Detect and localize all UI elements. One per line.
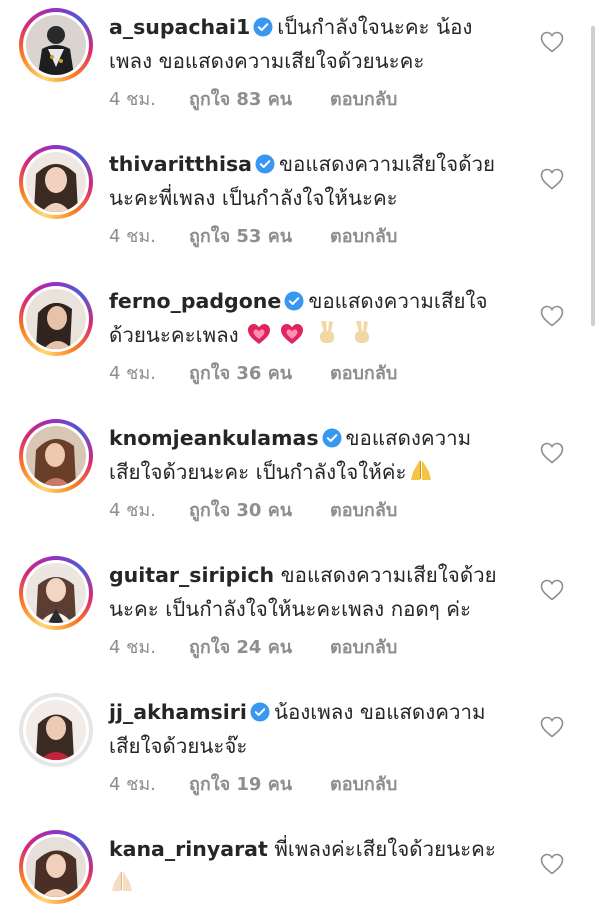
comment-body: guitar_siripich ขอแสดงความเสียใจด้วย นะค… <box>109 558 509 626</box>
comment-body: jj_akhamsiri น้องเพลง ขอแสดงความ เสียใจด้… <box>109 695 509 763</box>
verified-badge-icon <box>255 154 275 174</box>
comment-time: 4 ชม. <box>109 500 156 521</box>
likes-count-link[interactable]: ถูกใจ 19 คน <box>189 770 292 800</box>
avatar-photo-icon <box>26 289 86 349</box>
like-heart-icon[interactable] <box>540 168 564 190</box>
comment-body: knomjeankulamas ขอแสดงความ เสียใจด้วยนะคะ… <box>109 421 509 489</box>
avatar[interactable] <box>26 837 86 897</box>
avatar[interactable] <box>26 152 86 212</box>
comment-text: น้องเพลง ขอแสดงความ <box>273 700 486 724</box>
folded-hands-emoji-icon <box>411 460 432 480</box>
comment-item: knomjeankulamas ขอแสดงความ เสียใจด้วยนะคะ… <box>0 411 600 548</box>
comment-body: ferno_padgone ขอแสดงความเสียใจ ด้วยนะคะเพ… <box>109 284 509 352</box>
verified-badge-icon <box>284 291 304 311</box>
comment-list: a_supachai1 เป็นกำลังใจนะคะ น้อง เพลง ขอแ… <box>0 0 600 924</box>
username-link[interactable]: guitar_siripich <box>109 563 274 587</box>
comment-text: นะคะ เป็นกำลังใจให้นะคะเพลง กอดๆ ค่ะ <box>109 597 471 621</box>
comment-meta: 4 ชม. ถูกใจ 83 คน ตอบกลับ <box>109 85 529 115</box>
comment-body: kana_rinyarat พี่เพลงค่ะเสียใจด้วยนะคะ <box>109 832 509 900</box>
like-heart-icon[interactable] <box>540 442 564 464</box>
comment-meta: 4 ชม. ถูกใจ 36 คน ตอบกลับ <box>109 359 529 389</box>
comment-text: ด้วยนะคะเพลง <box>109 323 239 347</box>
heart-emoji-icon <box>248 324 271 344</box>
comment-meta: 4 ชม. ถูกใจ 53 คน ตอบกลับ <box>109 222 529 252</box>
story-ring[interactable] <box>19 8 93 82</box>
username-link[interactable]: thivaritthisa <box>109 152 252 176</box>
reply-button[interactable]: ตอบกลับ <box>330 770 397 800</box>
story-ring[interactable] <box>19 419 93 493</box>
comment-time: 4 ชม. <box>109 774 156 795</box>
verified-badge-icon <box>250 702 270 722</box>
username-link[interactable]: kana_rinyarat <box>109 837 268 861</box>
comment-text: ขอแสดงความเสียใจ <box>308 289 488 313</box>
like-heart-icon[interactable] <box>540 305 564 327</box>
username-link[interactable]: a_supachai1 <box>109 15 250 39</box>
scrollbar[interactable] <box>591 26 595 326</box>
username-link[interactable]: ferno_padgone <box>109 289 281 313</box>
reply-button[interactable]: ตอบกลับ <box>330 496 397 526</box>
comment-text: เสียใจด้วยนะจ๊ะ <box>109 734 248 758</box>
username-link[interactable]: knomjeankulamas <box>109 426 319 450</box>
comment-body: thivaritthisa ขอแสดงความเสียใจด้วย นะคะพี… <box>109 147 509 215</box>
comment-text: นะคะพี่เพลง เป็นกำลังใจให้นะคะ <box>109 186 398 210</box>
comment-text: ขอแสดงความ <box>345 426 472 450</box>
comment-text: เสียใจด้วยนะคะ เป็นกำลังใจให้ค่ะ <box>109 460 407 484</box>
comment-text: เพลง ขอแสดงความเสียใจด้วยนะคะ <box>109 49 425 73</box>
avatar-frame[interactable] <box>19 693 93 767</box>
avatar[interactable] <box>26 426 86 486</box>
folded-hands-emoji-icon <box>112 871 132 891</box>
reply-button[interactable]: ตอบกลับ <box>330 359 397 389</box>
like-heart-icon[interactable] <box>540 853 564 875</box>
avatar-photo-icon <box>26 837 86 897</box>
likes-count-link[interactable]: ถูกใจ 30 คน <box>189 496 292 526</box>
reply-button[interactable]: ตอบกลับ <box>330 633 397 663</box>
comment-time: 4 ชม. <box>109 363 156 384</box>
comment-text: พี่เพลงค่ะเสียใจด้วยนะคะ <box>274 837 496 861</box>
story-ring[interactable] <box>19 830 93 904</box>
story-ring[interactable] <box>19 556 93 630</box>
verified-badge-icon <box>322 428 342 448</box>
victory-hand-emoji-icon <box>320 321 335 343</box>
avatar-photo-icon <box>26 152 86 212</box>
comment-text: ขอแสดงความเสียใจด้วย <box>279 152 496 176</box>
avatar[interactable] <box>26 289 86 349</box>
avatar[interactable] <box>26 563 86 623</box>
comment-time: 4 ชม. <box>109 637 156 658</box>
likes-count-link[interactable]: ถูกใจ 53 คน <box>189 222 292 252</box>
comment-item: kana_rinyarat พี่เพลงค่ะเสียใจด้วยนะคะ <box>0 822 600 924</box>
likes-count-link[interactable]: ถูกใจ 24 คน <box>189 633 292 663</box>
comment-time: 4 ชม. <box>109 89 156 110</box>
comment-text: ขอแสดงความเสียใจด้วย <box>280 563 497 587</box>
like-heart-icon[interactable] <box>540 31 564 53</box>
like-heart-icon[interactable] <box>540 716 564 738</box>
comment-time: 4 ชม. <box>109 226 156 247</box>
comment-body: a_supachai1 เป็นกำลังใจนะคะ น้อง เพลง ขอแ… <box>109 10 509 78</box>
comment-meta: 4 ชม. ถูกใจ 19 คน ตอบกลับ <box>109 770 529 800</box>
comment-meta: 4 ชม. ถูกใจ 30 คน ตอบกลับ <box>109 496 529 526</box>
comment-item: guitar_siripich ขอแสดงความเสียใจด้วย นะค… <box>0 548 600 685</box>
avatar-photo-icon <box>26 700 86 760</box>
comment-item: thivaritthisa ขอแสดงความเสียใจด้วย นะคะพี… <box>0 137 600 274</box>
username-link[interactable]: jj_akhamsiri <box>109 700 247 724</box>
comment-text: เป็นกำลังใจนะคะ น้อง <box>277 15 473 39</box>
comment-item: jj_akhamsiri น้องเพลง ขอแสดงความ เสียใจด้… <box>0 685 600 822</box>
verified-badge-icon <box>253 17 273 37</box>
avatar-photo-icon <box>26 15 86 75</box>
avatar-photo-icon <box>26 426 86 486</box>
reply-button[interactable]: ตอบกลับ <box>330 85 397 115</box>
avatar[interactable] <box>26 15 86 75</box>
avatar[interactable] <box>26 700 86 760</box>
story-ring[interactable] <box>19 145 93 219</box>
like-heart-icon[interactable] <box>540 579 564 601</box>
likes-count-link[interactable]: ถูกใจ 83 คน <box>189 85 292 115</box>
avatar-photo-icon <box>26 563 86 623</box>
likes-count-link[interactable]: ถูกใจ 36 คน <box>189 359 292 389</box>
story-ring[interactable] <box>19 282 93 356</box>
comment-item: ferno_padgone ขอแสดงความเสียใจ ด้วยนะคะเพ… <box>0 274 600 411</box>
victory-hand-emoji-icon <box>354 321 369 343</box>
heart-emoji-icon <box>280 324 303 344</box>
comment-item: a_supachai1 เป็นกำลังใจนะคะ น้อง เพลง ขอแ… <box>0 0 600 137</box>
reply-button[interactable]: ตอบกลับ <box>330 222 397 252</box>
comment-meta: 4 ชม. ถูกใจ 24 คน ตอบกลับ <box>109 633 529 663</box>
